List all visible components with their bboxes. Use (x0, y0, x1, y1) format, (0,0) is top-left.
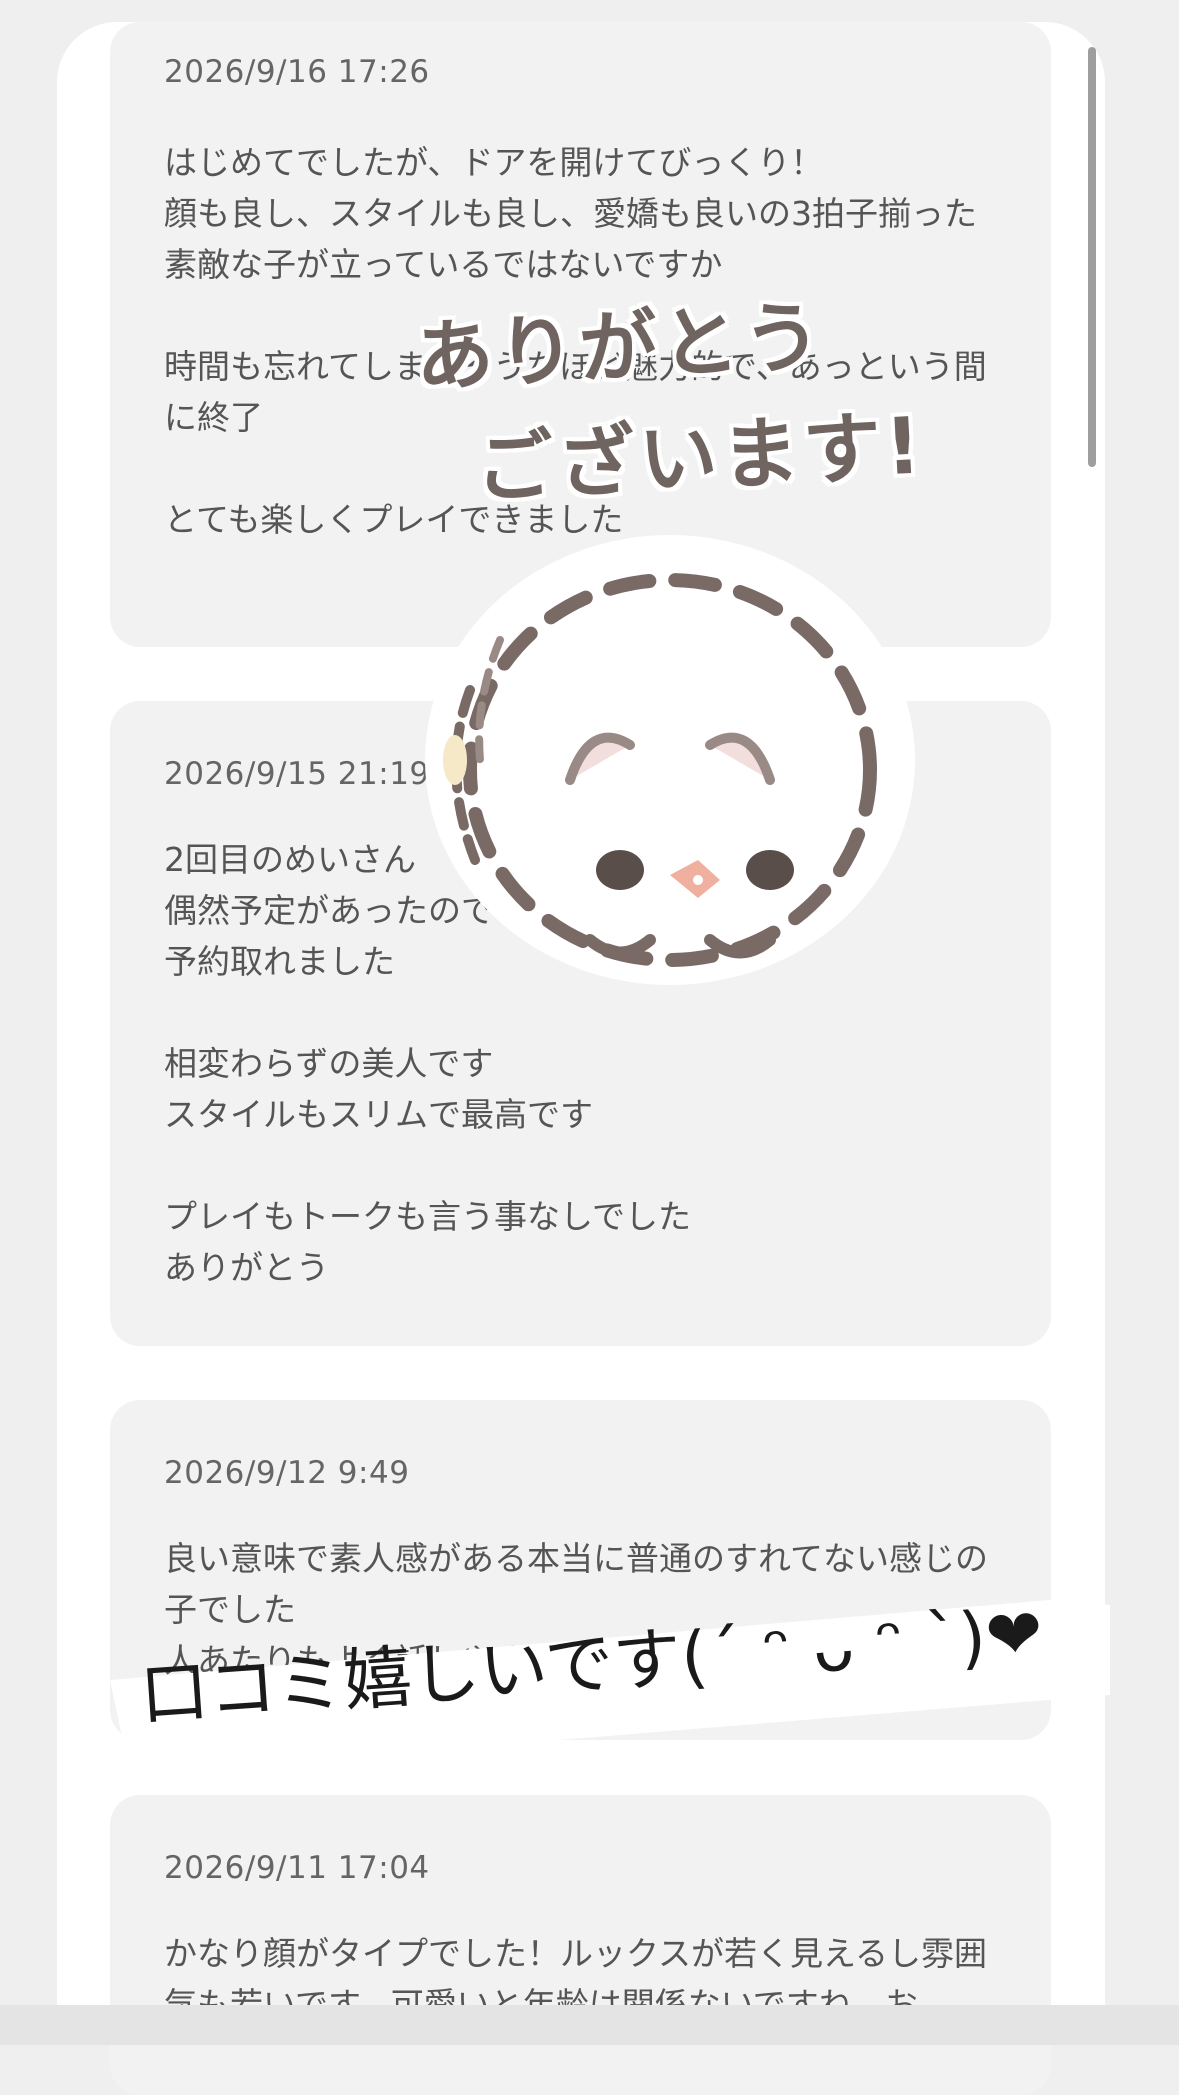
scrollbar[interactable] (1088, 47, 1096, 467)
review-card: 2026/9/11 17:04 かなり顔がタイプでした！ルックスが若く見えるし雰… (110, 1795, 1051, 2095)
bottom-bar (0, 2005, 1179, 2045)
review-date: 2026/9/16 17:26 (164, 54, 430, 90)
thanks-sticker: ありがとう ございます! (395, 265, 927, 514)
review-date: 2026/9/12 9:49 (164, 1455, 410, 1491)
thanks-line-2: ございます! (473, 401, 927, 515)
review-date: 2026/9/11 17:04 (164, 1850, 430, 1886)
hamster-sticker-icon (425, 535, 915, 985)
thanks-line-1: ありがとう (413, 292, 828, 404)
